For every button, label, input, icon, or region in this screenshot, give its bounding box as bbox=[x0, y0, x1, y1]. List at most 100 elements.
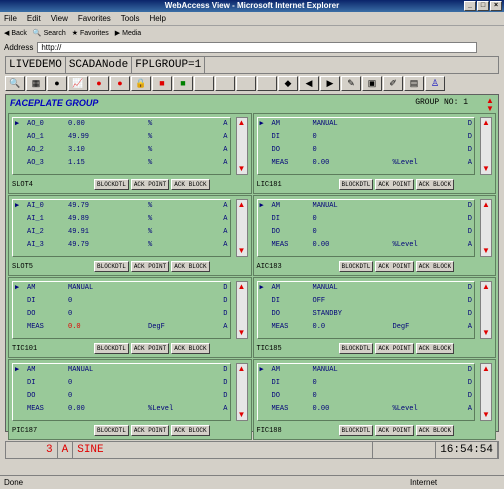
blockdtl-button[interactable]: BLOCKDTL bbox=[94, 261, 129, 272]
close-button[interactable]: × bbox=[490, 1, 502, 11]
ack-block-button[interactable]: ACK BLOCK bbox=[171, 179, 210, 190]
panel-scrollbar[interactable]: ▲ ▼ bbox=[480, 363, 492, 421]
lock-icon[interactable]: 🔒 bbox=[131, 76, 151, 91]
menu-edit[interactable]: Edit bbox=[27, 14, 41, 23]
point-row[interactable]: DO 0 D bbox=[13, 390, 230, 403]
scroll-up-icon[interactable]: ▲ bbox=[481, 118, 491, 128]
scroll-up-icon[interactable]: ▲ bbox=[481, 364, 491, 374]
blockdtl-button[interactable]: BLOCKDTL bbox=[94, 343, 129, 354]
scroll-down-icon[interactable]: ▼ bbox=[237, 410, 247, 420]
point-row[interactable]: DO 0 D bbox=[258, 390, 475, 403]
scroll-down-icon[interactable]: ▼ bbox=[481, 164, 491, 174]
back-button[interactable]: ◀ Back bbox=[4, 29, 27, 37]
point-row[interactable]: ▶ AI_0 49.79 % A bbox=[13, 200, 230, 213]
point-row[interactable]: ▶ AM MANUAL D bbox=[13, 364, 230, 377]
point-row[interactable]: ▶ AM MANUAL D bbox=[258, 364, 475, 377]
point-row[interactable]: MEAS 0.00 %Level A bbox=[258, 239, 475, 252]
search-button[interactable]: 🔍 Search bbox=[33, 29, 66, 37]
ack-point-button[interactable]: ACK POINT bbox=[375, 343, 414, 354]
blockdtl-button[interactable]: BLOCKDTL bbox=[338, 343, 374, 354]
point-row[interactable]: AO_2 3.10 % A bbox=[13, 144, 230, 157]
point-row[interactable]: AI_3 49.79 % A bbox=[13, 239, 230, 252]
point-row[interactable]: AI_1 49.89 % A bbox=[13, 213, 230, 226]
panel-scrollbar[interactable]: ▲ ▼ bbox=[480, 281, 492, 339]
point-row[interactable]: DI 0 D bbox=[258, 131, 475, 144]
screen-icon[interactable]: ▣ bbox=[362, 76, 382, 91]
scroll-down-icon[interactable]: ▼ bbox=[481, 410, 491, 420]
display-icon[interactable]: ■ bbox=[173, 76, 193, 91]
blockdtl-button[interactable]: BLOCKDTL bbox=[94, 179, 129, 190]
minimize-button[interactable]: _ bbox=[464, 1, 476, 11]
point-row[interactable]: DO 0 D bbox=[258, 144, 475, 157]
arrow-right-icon[interactable]: ▶ bbox=[320, 76, 340, 91]
point-row[interactable]: ▶ AM MANUAL D bbox=[258, 200, 475, 213]
blockdtl-button[interactable]: BLOCKDTL bbox=[338, 425, 374, 436]
ack-block-button[interactable]: ACK BLOCK bbox=[415, 261, 455, 272]
record-icon[interactable]: ● bbox=[89, 76, 109, 91]
panel-scrollbar[interactable]: ▲ ▼ bbox=[235, 199, 248, 257]
point-row[interactable]: AO_3 1.15 % A bbox=[13, 157, 230, 170]
point-row[interactable]: ▶ AM MANUAL D bbox=[13, 282, 230, 295]
trend-icon[interactable]: 📈 bbox=[68, 76, 88, 91]
menu-file[interactable]: File bbox=[4, 14, 17, 23]
panel-scrollbar[interactable]: ▲ ▼ bbox=[235, 281, 248, 339]
alarm-icon[interactable]: ● bbox=[47, 76, 67, 91]
panel-scrollbar[interactable]: ▲ ▼ bbox=[235, 117, 248, 175]
blockdtl-button[interactable]: BLOCKDTL bbox=[338, 261, 374, 272]
point-row[interactable]: DI 0 D bbox=[13, 295, 230, 308]
point-row[interactable]: DO 0 D bbox=[258, 226, 475, 239]
scroll-up-icon[interactable]: ▲ bbox=[237, 200, 247, 210]
blank-button[interactable] bbox=[257, 76, 277, 91]
ack-block-button[interactable]: ACK BLOCK bbox=[415, 179, 455, 190]
ack-point-button[interactable]: ACK POINT bbox=[130, 425, 170, 436]
calculator-icon[interactable]: ▦ bbox=[26, 76, 46, 91]
scroll-down-icon[interactable]: ▼ bbox=[237, 328, 247, 338]
menu-help[interactable]: Help bbox=[149, 14, 165, 23]
blockdtl-button[interactable]: BLOCKDTL bbox=[338, 179, 374, 190]
point-row[interactable]: DI 0 D bbox=[13, 377, 230, 390]
point-row[interactable]: DO STANDBY D bbox=[258, 308, 475, 321]
clapper-icon[interactable]: ▤ bbox=[404, 76, 424, 91]
panel-scrollbar[interactable]: ▲ ▼ bbox=[480, 199, 492, 257]
ack-point-button[interactable]: ACK POINT bbox=[375, 425, 414, 436]
point-row[interactable]: ▶ AM MANUAL D bbox=[258, 118, 475, 131]
menu-favorites[interactable]: Favorites bbox=[78, 14, 111, 23]
ack-block-button[interactable]: ACK BLOCK bbox=[415, 343, 455, 354]
point-row[interactable]: MEAS 0.0 DegF A bbox=[258, 321, 475, 334]
blank-button[interactable] bbox=[194, 76, 214, 91]
blank-button[interactable] bbox=[215, 76, 235, 91]
scroll-up-icon[interactable]: ▲ bbox=[481, 282, 491, 292]
ack-block-button[interactable]: ACK BLOCK bbox=[171, 343, 210, 354]
scroll-down-icon[interactable]: ▼ bbox=[237, 246, 247, 256]
panel-scrollbar[interactable]: ▲ ▼ bbox=[235, 363, 248, 421]
group-scroll-icon[interactable]: ▲ ▼ bbox=[485, 97, 495, 113]
point-row[interactable]: ▶ AO_0 0.00 % A bbox=[13, 118, 230, 131]
ack-point-button[interactable]: ACK POINT bbox=[375, 261, 414, 272]
point-row[interactable]: MEAS 0.00 %Level A bbox=[258, 157, 475, 170]
scroll-down-icon[interactable]: ▼ bbox=[237, 164, 247, 174]
point-row[interactable]: MEAS 0.00 %Level A bbox=[13, 403, 230, 416]
paint-icon[interactable]: ◆ bbox=[278, 76, 298, 91]
blank-button[interactable] bbox=[236, 76, 256, 91]
user-icon[interactable]: ♙ bbox=[425, 76, 445, 91]
point-row[interactable]: AO_1 49.99 % A bbox=[13, 131, 230, 144]
point-row[interactable]: ▶ AM MANUAL D bbox=[258, 282, 475, 295]
scroll-down-icon[interactable]: ▼ bbox=[481, 246, 491, 256]
scroll-up-icon[interactable]: ▲ bbox=[481, 200, 491, 210]
scroll-down-icon[interactable]: ▼ bbox=[481, 328, 491, 338]
point-row[interactable]: DI OFF D bbox=[258, 295, 475, 308]
menu-view[interactable]: View bbox=[51, 14, 68, 23]
ack-point-button[interactable]: ACK POINT bbox=[130, 261, 170, 272]
address-input[interactable]: http:// bbox=[37, 41, 478, 53]
scroll-up-icon[interactable]: ▲ bbox=[237, 364, 247, 374]
block-icon[interactable]: ■ bbox=[152, 76, 172, 91]
point-row[interactable]: MEAS 0.00 %Level A bbox=[258, 403, 475, 416]
find-icon[interactable]: 🔍 bbox=[5, 76, 25, 91]
point-row[interactable]: MEAS 0.0 DegF A bbox=[13, 321, 230, 334]
point-row[interactable]: DO 0 D bbox=[13, 308, 230, 321]
tool-icon[interactable]: ✎ bbox=[341, 76, 361, 91]
point-row[interactable]: DI 0 D bbox=[258, 377, 475, 390]
point-row[interactable]: DI 0 D bbox=[258, 213, 475, 226]
ack-block-button[interactable]: ACK BLOCK bbox=[415, 425, 455, 436]
ack-point-button[interactable]: ACK POINT bbox=[130, 343, 170, 354]
